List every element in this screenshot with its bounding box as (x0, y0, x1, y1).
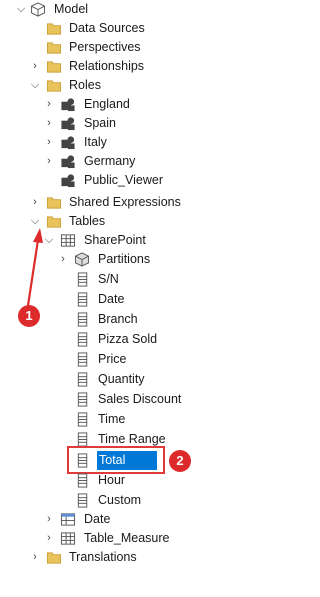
tree-item-label: Branch (98, 312, 138, 326)
tree-item-label: Custom (98, 493, 142, 507)
tree-item-label: Sales Discount (98, 392, 182, 406)
tree-item-label: Germany (84, 154, 136, 168)
column-icon (77, 412, 88, 427)
folder-icon (46, 61, 62, 73)
partitions-icon (74, 252, 90, 267)
chevron-right-icon[interactable]: › (29, 57, 41, 76)
folder-icon (46, 23, 62, 35)
chevron-down-icon[interactable]: ⌵ (43, 231, 55, 250)
chevron-right-icon[interactable]: › (43, 529, 55, 548)
tree-item-label: Time (98, 412, 126, 426)
tree-item-label: Partitions (98, 252, 151, 266)
chevron-down-icon[interactable]: ⌵ (15, 0, 27, 19)
tree-item-label: Spain (84, 116, 116, 130)
table-icon (60, 532, 76, 545)
tree-item-label: Price (98, 352, 127, 366)
role-icon (61, 155, 75, 169)
column-icon (77, 272, 88, 287)
column-icon (77, 432, 88, 447)
chevron-right-icon[interactable]: › (43, 114, 55, 133)
chevron-right-icon[interactable]: › (29, 548, 41, 567)
chevron-right-icon[interactable]: › (43, 152, 55, 171)
tree-item-label: Italy (84, 135, 107, 149)
tree-item-label: Model (54, 2, 89, 16)
tree-item-label: Quantity (98, 372, 145, 386)
tree-item-label: Hour (98, 473, 126, 487)
column-icon (77, 392, 88, 407)
column-icon (77, 332, 88, 347)
folder-icon (46, 197, 62, 209)
chevron-right-icon[interactable]: › (29, 193, 41, 212)
annotation-marker-1: 1 (18, 305, 40, 327)
column-icon (77, 473, 88, 488)
tree-item-label: Relationships (69, 59, 145, 73)
chevron-right-icon[interactable]: › (57, 250, 69, 269)
chevron-right-icon[interactable]: › (43, 95, 55, 114)
column-icon (77, 292, 88, 307)
chevron-right-icon[interactable]: › (43, 133, 55, 152)
folder-icon (46, 216, 62, 228)
column-icon (77, 352, 88, 367)
tree-item-label: S/N (98, 272, 119, 286)
tree-item-label: Table_Measure (84, 531, 170, 545)
role-icon (61, 136, 75, 150)
tree-item-label: Public_Viewer (84, 173, 163, 187)
column-icon (77, 312, 88, 327)
tree-item-label: Date (98, 292, 125, 306)
chevron-down-icon[interactable]: ⌵ (29, 76, 41, 95)
tree-item-label: Tables (69, 214, 106, 228)
column-icon (77, 493, 88, 508)
table-icon (60, 234, 76, 247)
tree-item-label: Roles (69, 78, 101, 92)
tree-item-label: Translations (69, 550, 137, 564)
tree-item-label: Perspectives (69, 40, 141, 54)
tree-item-label: SharePoint (84, 233, 146, 247)
chevron-right-icon[interactable]: › (43, 510, 55, 529)
tree-item-label: Shared Expressions (69, 195, 181, 209)
tree-item-label: Date (84, 512, 111, 526)
cube-icon (30, 2, 46, 17)
role-icon (61, 174, 75, 188)
tree-item-label: England (84, 97, 130, 111)
annotation-highlight-box (67, 446, 165, 474)
tree-item-label: Pizza Sold (98, 332, 158, 346)
folder-icon (46, 552, 62, 564)
tree-item-label: Data Sources (69, 21, 145, 35)
folder-icon (46, 42, 62, 54)
role-icon (61, 98, 75, 112)
column-icon (77, 372, 88, 387)
role-icon (61, 117, 75, 131)
folder-icon (46, 80, 62, 92)
chevron-down-icon[interactable]: ⌵ (29, 212, 41, 231)
date-table-icon (60, 513, 76, 526)
annotation-marker-2: 2 (169, 450, 191, 472)
